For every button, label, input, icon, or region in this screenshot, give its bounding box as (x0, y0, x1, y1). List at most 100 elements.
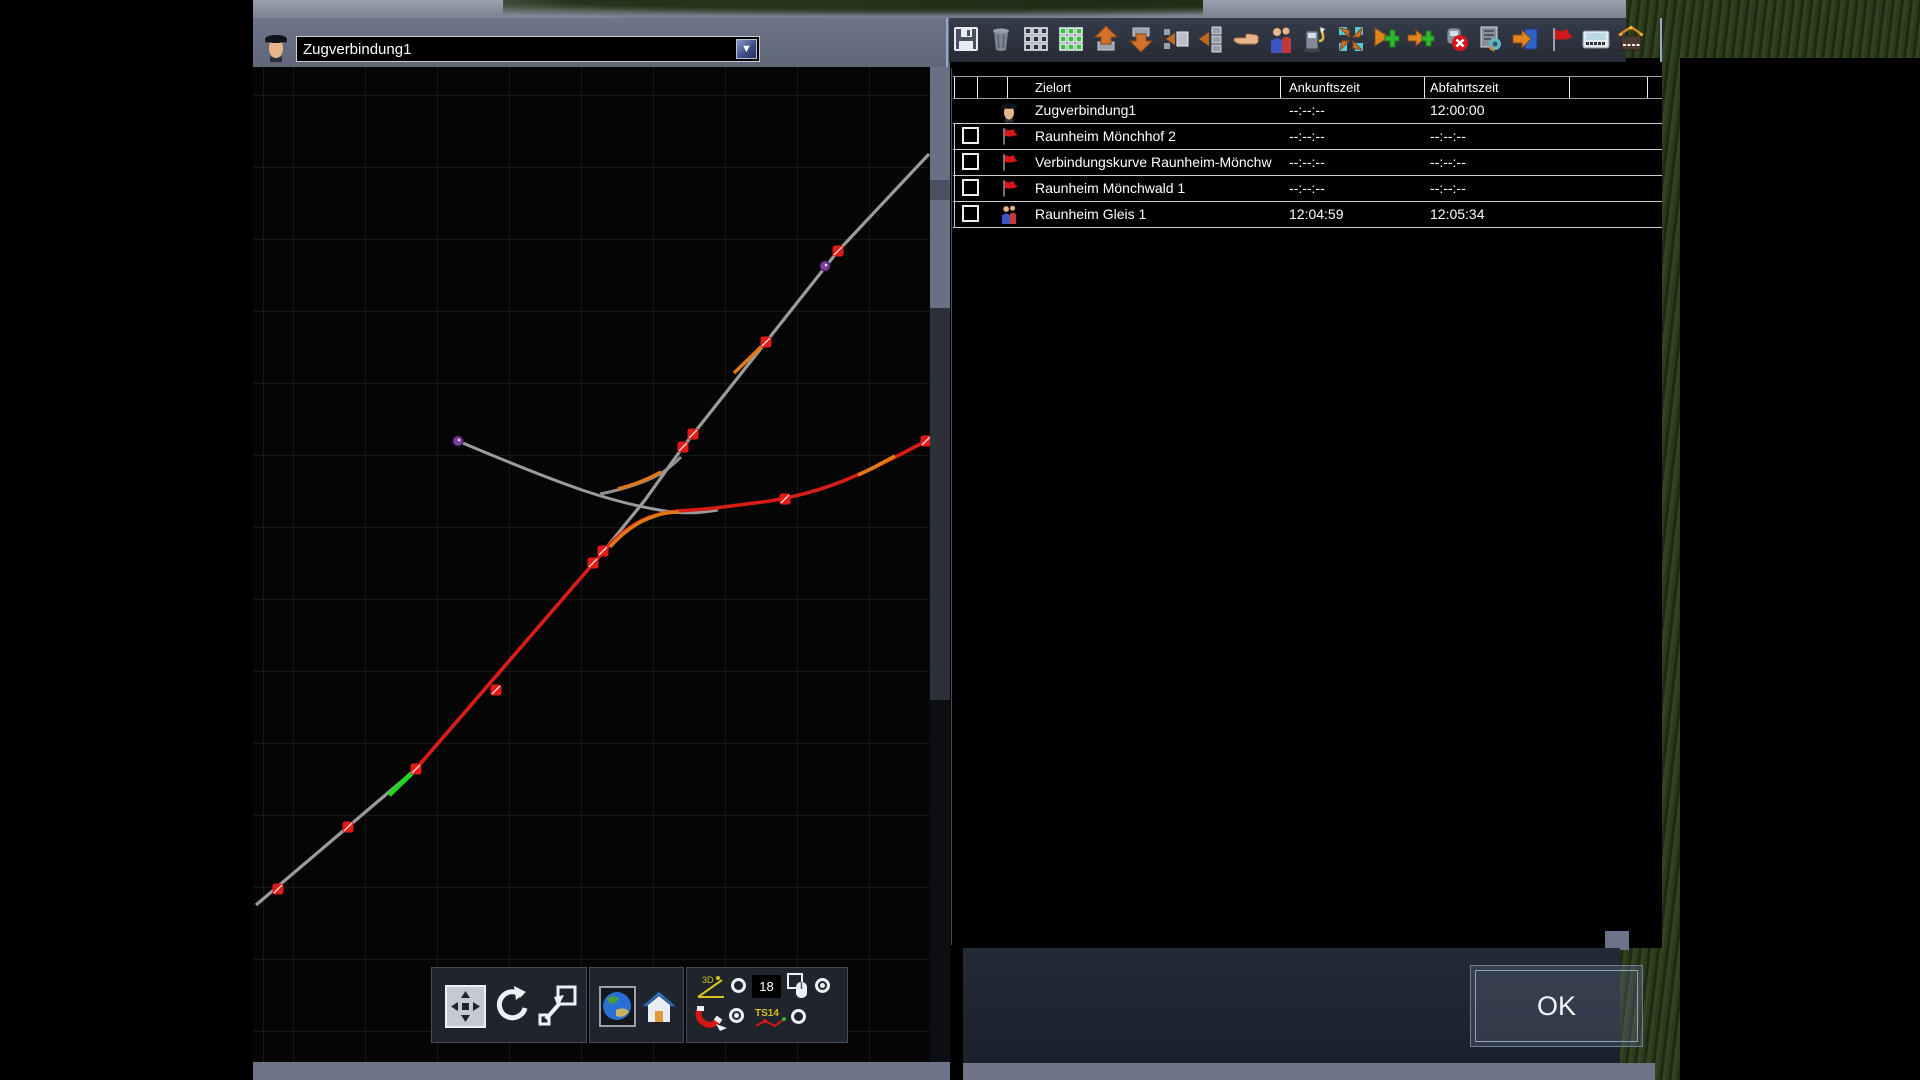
pan-tool-button[interactable] (445, 985, 486, 1028)
row-checkbox[interactable] (962, 127, 979, 144)
apply-route-icon[interactable] (1512, 25, 1540, 53)
grid-icon[interactable] (1022, 25, 1050, 53)
flag-icon (999, 151, 1021, 173)
row-ankunftszeit: --:--:-- (1289, 102, 1325, 118)
passengers-icon (999, 203, 1021, 225)
ts-label: TS14 (755, 1008, 779, 1019)
route-toolbar (952, 25, 1645, 53)
row-zielort: Verbindungskurve Raunheim-Mönchw (1035, 154, 1272, 170)
zoom-value-field[interactable]: 18 (752, 975, 781, 998)
magnet-icon[interactable] (694, 1004, 728, 1037)
table-row[interactable]: Raunheim Mönchwald 1 --:--:-- --:--:-- (953, 175, 1662, 202)
magnet-mode-radio[interactable] (729, 1008, 744, 1023)
camera-angle-icon[interactable]: 3D (696, 974, 728, 1005)
save-icon[interactable] (952, 25, 980, 53)
track-marker[interactable] (760, 336, 772, 348)
rotate-button[interactable] (492, 984, 530, 1033)
angle-mode-radio[interactable] (731, 978, 746, 993)
jump-to-button[interactable] (536, 983, 580, 1034)
add-route-start-icon[interactable] (1372, 25, 1400, 53)
table-row[interactable]: Zugverbindung1 --:--:-- 12:00:00 (953, 97, 1662, 124)
row-zielort: Raunheim Mönchhof 2 (1035, 128, 1176, 144)
track-map[interactable] (253, 67, 1184, 1062)
home-view-button[interactable] (641, 989, 677, 1030)
table-row[interactable]: Raunheim Mönchhof 2 --:--:-- --:--:-- (953, 123, 1662, 150)
signal-marker-dot (824, 263, 828, 267)
nav-panel-move (431, 967, 587, 1043)
row-checkbox[interactable] (962, 179, 979, 196)
table-row[interactable]: Raunheim Gleis 1 12:04:59 12:05:34 (953, 201, 1662, 228)
fuel-stop-icon[interactable] (1302, 25, 1330, 53)
ok-button-label: OK (1475, 970, 1638, 1042)
mouse-mode-radio[interactable] (815, 978, 830, 993)
ok-button[interactable]: OK (1470, 965, 1643, 1047)
track-marker[interactable] (410, 763, 422, 775)
svg-text:3D: 3D (702, 975, 714, 985)
signal-marker[interactable] (819, 260, 831, 272)
grid-active-icon[interactable] (1057, 25, 1085, 53)
insert-after-icon[interactable] (1197, 25, 1225, 53)
scene-top-strip (253, 0, 1662, 18)
track-marker[interactable] (587, 557, 599, 569)
track-marker[interactable] (342, 821, 354, 833)
track-marker[interactable] (779, 493, 791, 505)
row-checkbox[interactable] (962, 205, 979, 222)
conductor-icon (999, 99, 1021, 123)
track-marker[interactable] (490, 684, 502, 696)
row-zielort: Raunheim Gleis 1 (1035, 206, 1147, 222)
map-window-bottom (253, 1062, 950, 1080)
app-window: Zugverbindung1 ▼ Zielort Ankunftszeit Ab… (0, 0, 1920, 1080)
world-view-button[interactable] (599, 986, 636, 1027)
depot-icon[interactable] (1617, 25, 1645, 53)
signal-marker-dot (457, 438, 461, 442)
track-marker[interactable] (597, 545, 609, 557)
move-down-icon[interactable] (1127, 25, 1155, 53)
delete-icon[interactable] (987, 25, 1015, 53)
flag-icon (999, 125, 1021, 147)
track-marker[interactable] (272, 883, 284, 895)
row-ankunftszeit: --:--:-- (1289, 154, 1325, 170)
timetable-window: Zielort Ankunftszeit Abfahrtszeit Zugver… (953, 68, 1662, 945)
route-selector[interactable]: Zugverbindung1 ▼ (296, 36, 760, 62)
row-ankunftszeit: 12:04:59 (1289, 206, 1344, 222)
keyboard-icon[interactable] (1582, 25, 1610, 53)
window-divider (946, 18, 948, 67)
ts-mode-icon[interactable]: TS14 (753, 1006, 787, 1035)
pointer-hand-icon[interactable] (1232, 25, 1260, 53)
table-row[interactable]: Verbindungskurve Raunheim-Mönchw --:--:-… (953, 149, 1662, 176)
scene-top-right (1626, 0, 1920, 58)
column-ankunftszeit[interactable]: Ankunftszeit (1289, 80, 1360, 95)
table-header: Zielort Ankunftszeit Abfahrtszeit (953, 76, 1662, 99)
flag-icon[interactable] (1547, 25, 1575, 53)
route-settings-icon[interactable] (1477, 25, 1505, 53)
add-waypoint-icon[interactable] (1407, 25, 1435, 53)
signal-marker[interactable] (452, 435, 464, 447)
row-checkbox[interactable] (962, 153, 979, 170)
table-window-border (951, 68, 952, 945)
remove-train-icon[interactable] (1442, 25, 1470, 53)
insert-before-icon[interactable] (1162, 25, 1190, 53)
track-marker[interactable] (687, 428, 699, 440)
center-view-icon[interactable] (1337, 25, 1365, 53)
column-zielort[interactable]: Zielort (1035, 80, 1071, 95)
track-marker[interactable] (677, 441, 689, 453)
scrollbar-track[interactable] (930, 308, 950, 700)
scrollbar-track-lower (930, 700, 950, 1062)
row-zielort: Raunheim Mönchwald 1 (1035, 180, 1186, 196)
row-abfahrtszeit: --:--:-- (1430, 180, 1466, 196)
column-abfahrtszeit[interactable]: Abfahrtszeit (1430, 80, 1499, 95)
row-abfahrtszeit: --:--:-- (1430, 154, 1466, 170)
row-ankunftszeit: --:--:-- (1289, 180, 1325, 196)
row-zielort: Zugverbindung1 (1035, 102, 1137, 118)
row-abfahrtszeit: 12:00:00 (1430, 102, 1485, 118)
mouse-follow-icon[interactable] (786, 972, 812, 1005)
toolbar-right-divider (1660, 18, 1662, 62)
chevron-down-icon[interactable]: ▼ (736, 39, 757, 59)
track-marker[interactable] (832, 245, 844, 257)
move-up-icon[interactable] (1092, 25, 1120, 53)
scene-right-strip (1662, 0, 1680, 1080)
nav-panel-views (589, 967, 684, 1043)
passengers-icon[interactable] (1267, 25, 1295, 53)
ts-mode-radio[interactable] (791, 1009, 806, 1024)
track-layout (254, 152, 932, 907)
